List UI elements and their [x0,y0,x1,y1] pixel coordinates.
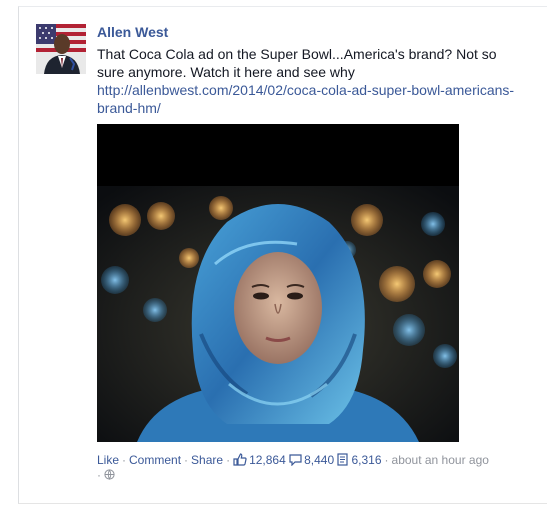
like-button[interactable]: Like [97,453,119,467]
page: Allen West That Coca Cola ad on the Supe… [0,0,560,512]
avatar-image [36,24,86,74]
comment-button[interactable]: Comment [129,453,181,467]
share-icon [337,453,349,466]
likes-count-value: 12,864 [249,453,286,467]
shares-count[interactable]: 6,316 [337,453,382,467]
thumbs-up-icon [233,453,247,466]
separator: · [122,453,127,467]
author-name[interactable]: Allen West [97,24,168,40]
video-still [97,124,459,442]
globe-icon[interactable] [104,469,115,480]
separator: · [184,453,189,467]
video-thumbnail[interactable] [97,124,459,442]
likes-count[interactable]: 12,864 [233,453,286,467]
separator: · [97,468,101,482]
post-link[interactable]: http://allenbwest.com/2014/02/coca-cola-… [97,82,514,116]
comments-count-value: 8,440 [304,453,335,467]
post-actions-bar: Like · Comment · Share · 12,864 8,440 6,316 · ab… [97,453,527,483]
separator: · [226,453,231,467]
author-avatar[interactable] [36,24,86,74]
post-text: That Coca Cola ad on the Super Bowl...Am… [97,45,517,117]
post-timestamp[interactable]: about an hour ago [392,453,489,467]
shares-count-value: 6,316 [351,453,382,467]
speech-bubble-icon [289,454,302,467]
separator: · [384,453,389,467]
feed-post: Allen West That Coca Cola ad on the Supe… [18,6,547,504]
comments-count[interactable]: 8,440 [289,453,334,467]
post-message: That Coca Cola ad on the Super Bowl...Am… [97,46,497,80]
share-button[interactable]: Share [191,453,223,467]
